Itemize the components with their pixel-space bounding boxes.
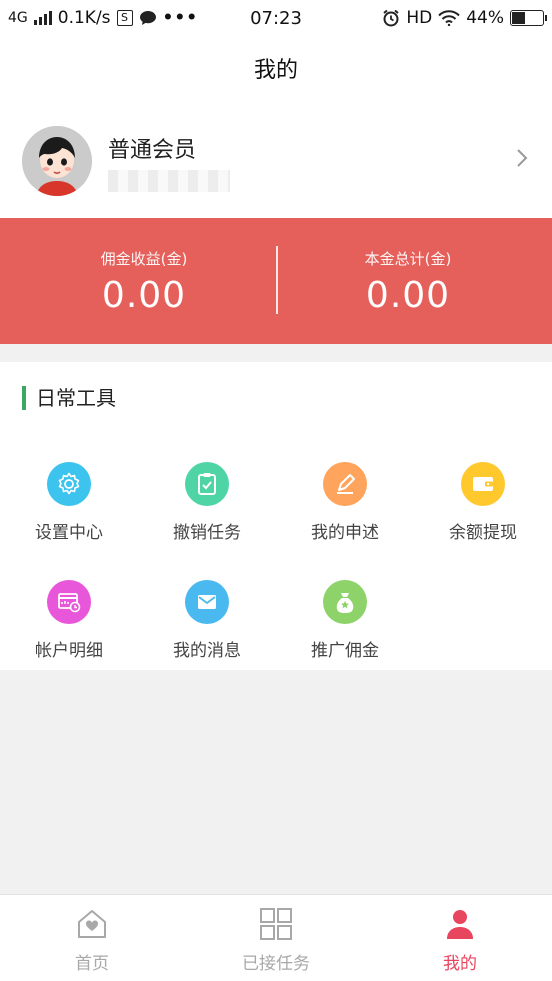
tool-label: 设置中心 <box>35 523 103 543</box>
hd-indicator: HD <box>406 8 433 28</box>
member-id-redacted <box>108 170 230 192</box>
chevron-right-icon[interactable] <box>516 148 528 168</box>
principal-label: 本金总计(金) <box>364 250 452 268</box>
tool-label: 帐户明细 <box>35 641 103 661</box>
gear-icon <box>47 462 91 506</box>
avatar[interactable] <box>22 126 92 196</box>
tool-my-appeal[interactable]: 我的申述 <box>276 462 414 543</box>
money-bag-icon <box>323 580 367 624</box>
grid-icon <box>260 908 292 940</box>
commission-stat: 佣金收益(金) 0.00 <box>6 218 282 344</box>
home-icon <box>78 910 106 938</box>
commission-value: 0.00 <box>101 275 187 316</box>
daily-tools-section: 日常工具 设置中心 撤销任务 我的申述 余额提现 帐户明细 我的消息 推广佣金 <box>0 362 552 670</box>
profile-card[interactable]: 普通会员 <box>0 108 552 218</box>
tool-label: 我的消息 <box>173 641 241 661</box>
bottom-navigation: 首页 已接任务 我的 <box>0 894 552 981</box>
battery-percent: 44% <box>466 8 504 28</box>
tool-label: 撤销任务 <box>173 523 241 543</box>
battery-icon <box>510 10 547 26</box>
mail-icon <box>185 580 229 624</box>
nav-label: 我的 <box>443 954 477 974</box>
user-icon <box>447 910 473 939</box>
tool-label: 推广佣金 <box>311 641 379 661</box>
wifi-icon <box>438 10 460 26</box>
principal-stat: 本金总计(金) 0.00 <box>270 218 546 344</box>
avatar-image <box>22 126 92 196</box>
profile-screen: 4G 0.1K/s S ••• 07:23 HD 44% 我的 普通会员 佣金收… <box>0 0 552 981</box>
page-title: 我的 <box>0 38 552 108</box>
nav-label: 首页 <box>75 954 109 974</box>
alarm-icon <box>383 9 399 27</box>
nav-accepted-tasks[interactable]: 已接任务 <box>184 895 368 981</box>
status-bar: 4G 0.1K/s S ••• 07:23 HD 44% <box>0 0 552 38</box>
tool-account-details[interactable]: 帐户明细 <box>0 580 138 661</box>
nav-home[interactable]: 首页 <box>0 895 184 981</box>
section-title: 日常工具 <box>22 386 116 410</box>
tool-label: 余额提现 <box>449 523 517 543</box>
member-level: 普通会员 <box>108 138 197 163</box>
tool-my-messages[interactable]: 我的消息 <box>138 580 276 661</box>
earnings-banner: 佣金收益(金) 0.00 本金总计(金) 0.00 <box>0 218 552 344</box>
tool-cancel-task[interactable]: 撤销任务 <box>138 462 276 543</box>
nav-mine[interactable]: 我的 <box>368 895 552 981</box>
tool-settings-center[interactable]: 设置中心 <box>0 462 138 543</box>
commission-label: 佣金收益(金) <box>100 250 188 268</box>
wallet-icon <box>461 462 505 506</box>
edit-icon <box>323 462 367 506</box>
tool-referral-commission[interactable]: 推广佣金 <box>276 580 414 661</box>
account-detail-icon <box>47 580 91 624</box>
tool-withdraw-balance[interactable]: 余额提现 <box>414 462 552 543</box>
principal-value: 0.00 <box>365 275 451 316</box>
nav-label: 已接任务 <box>242 954 310 974</box>
clipboard-check-icon <box>185 462 229 506</box>
tool-label: 我的申述 <box>311 523 379 543</box>
